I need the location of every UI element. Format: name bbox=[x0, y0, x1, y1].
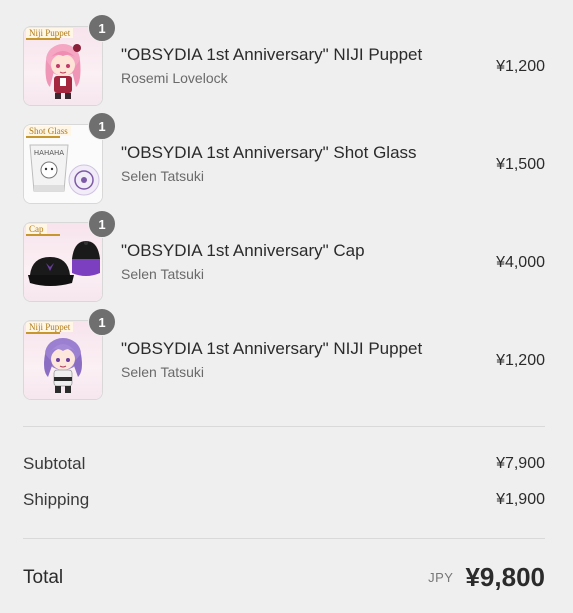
quantity-badge: 1 bbox=[88, 112, 116, 140]
product-variant: Rosemi Lovelock bbox=[121, 70, 228, 86]
product-price: ¥1,200 bbox=[496, 352, 545, 369]
shipping-value: ¥1,900 bbox=[496, 491, 545, 508]
product-thumbnail: Niji Puppet 1 bbox=[23, 308, 116, 400]
product-name: "OBSYDIA 1st Anniversary" NIJI Puppet bbox=[121, 45, 423, 64]
svg-text:HAHAHA: HAHAHA bbox=[34, 149, 64, 157]
shipping-row: Shipping ¥1,900 bbox=[23, 490, 545, 510]
product-variant: Selen Tatsuki bbox=[121, 364, 205, 380]
total-amount: JPY ¥9,800 bbox=[428, 562, 545, 593]
subtotal-label: Subtotal bbox=[23, 454, 86, 473]
quantity-badge: 1 bbox=[88, 308, 116, 336]
product-variant: Selen Tatsuki bbox=[121, 266, 205, 282]
product-name: "OBSYDIA 1st Anniversary" Shot Glass bbox=[121, 143, 417, 162]
product-price: ¥1,500 bbox=[496, 156, 545, 173]
puppet-rosemi-image: Niji Puppet bbox=[23, 26, 103, 106]
product-name: "OBSYDIA 1st Anniversary" Cap bbox=[121, 241, 365, 260]
currency-code: JPY bbox=[428, 570, 454, 585]
total-label: Total bbox=[23, 566, 64, 588]
divider bbox=[23, 538, 545, 539]
line-item: Niji Puppet 1 "OBSYDIA 1st Anniversary" … bbox=[23, 14, 545, 124]
shot-glass-image: Shot Glass HAHAHA bbox=[23, 124, 103, 204]
quantity-badge: 1 bbox=[88, 210, 116, 238]
product-thumbnail: Cap 1 bbox=[23, 210, 116, 302]
product-price: ¥1,200 bbox=[496, 58, 545, 75]
cap-image: Cap bbox=[23, 222, 103, 302]
line-item: Cap 1 "OBSYDIA 1st Anniversary" Cap Sele… bbox=[23, 210, 545, 320]
total-value: ¥9,800 bbox=[465, 562, 545, 592]
line-item: Niji Puppet 1 "OBSYDIA 1st Anniversary" … bbox=[23, 308, 545, 418]
subtotal-row: Subtotal ¥7,900 bbox=[23, 454, 545, 474]
order-summary: Niji Puppet 1 "OBSYDIA 1st Anniversary" … bbox=[0, 0, 573, 613]
subtotal-value: ¥7,900 bbox=[496, 455, 545, 472]
product-variant: Selen Tatsuki bbox=[121, 168, 205, 184]
product-thumbnail: Shot Glass HAHAHA 1 bbox=[23, 112, 116, 204]
product-name: "OBSYDIA 1st Anniversary" NIJI Puppet bbox=[121, 339, 423, 358]
shipping-label: Shipping bbox=[23, 490, 90, 509]
quantity-badge: 1 bbox=[88, 14, 116, 42]
puppet-selen-image: Niji Puppet bbox=[23, 320, 103, 400]
product-thumbnail: Niji Puppet 1 bbox=[23, 14, 116, 106]
total-row: Total JPY ¥9,800 bbox=[23, 562, 545, 593]
product-price: ¥4,000 bbox=[496, 254, 545, 271]
line-item: Shot Glass HAHAHA 1 "OBSYDIA 1st Anniver… bbox=[23, 112, 545, 222]
divider bbox=[23, 426, 545, 427]
